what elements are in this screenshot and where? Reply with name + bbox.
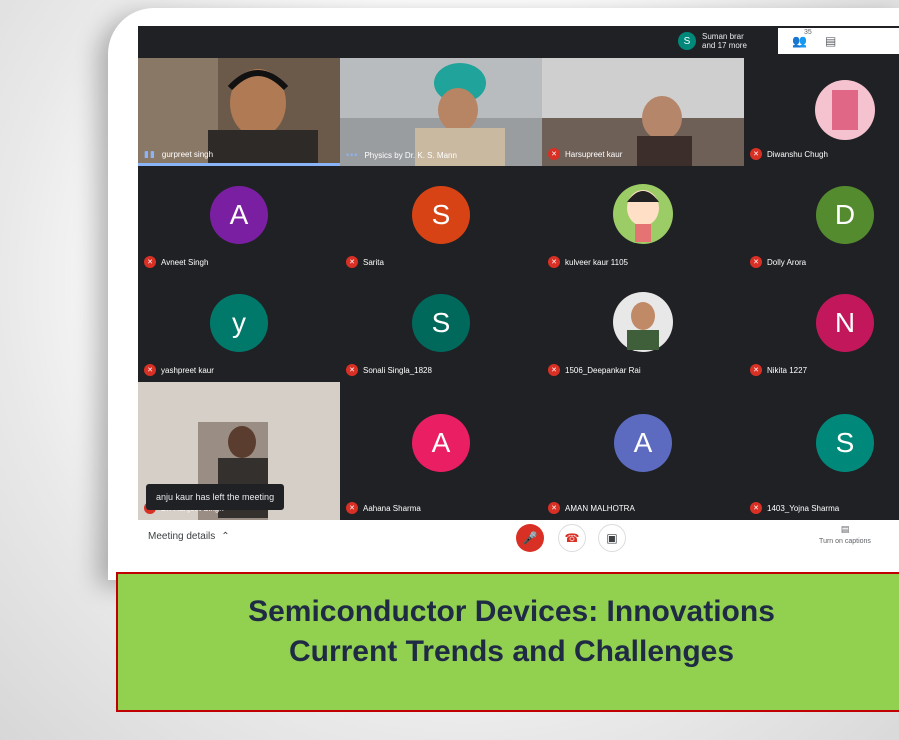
participant-name: Sarita (363, 257, 384, 267)
participant-label: ✕ Harsupreet kaur (548, 148, 622, 160)
participant-label: ✕ 1403_Yojna Sharma (750, 502, 839, 514)
mic-off-icon: ✕ (548, 148, 560, 160)
participant-name: Diwanshu Chugh (767, 149, 828, 159)
participant-tile[interactable]: ▮▮ gurpreet singh (138, 58, 340, 166)
captions-button[interactable]: ▤ Turn on captions (810, 524, 880, 545)
participant-name: Sonali Singla_1828 (363, 365, 432, 375)
participant-tile[interactable]: A ✕ Avneet Singh (138, 166, 340, 274)
avatar: S (816, 414, 874, 472)
mic-off-icon: ✕ (548, 364, 560, 376)
meeting-details-label: Meeting details (148, 531, 216, 542)
mic-off-icon: 🎤 (522, 531, 538, 545)
speaking-icon: ▮▮ (144, 149, 156, 159)
meeting-details-button[interactable]: Meeting details ⌃ (148, 531, 230, 542)
speaking-icon: ••• (346, 150, 359, 160)
participant-label: ✕ Nikita 1227 (750, 364, 807, 376)
participant-tile[interactable]: N ✕ Nikita 1227 (744, 274, 899, 382)
mic-off-icon: ✕ (346, 364, 358, 376)
mic-off-icon: ✕ (750, 148, 762, 160)
avatar: y (210, 294, 268, 352)
presenter-avatar: S (678, 32, 696, 50)
left-meeting-toast: anju kaur has left the meeting (146, 484, 285, 510)
avatar: S (412, 186, 470, 244)
participant-tile[interactable]: A ✕ Aahana Sharma (340, 382, 542, 520)
mic-off-icon: ✕ (750, 364, 762, 376)
leave-call-button[interactable]: ☎ (558, 524, 586, 552)
mic-off-icon: ✕ (144, 364, 156, 376)
slide-title-line2: Current Trends and Challenges (288, 635, 735, 668)
top-bar: S Suman brar and 17 more 👥 35 ▤ (138, 26, 899, 58)
participant-label: ✕ Avneet Singh (144, 256, 208, 268)
participant-name: 1403_Yojna Sharma (767, 503, 840, 513)
participant-name: Nikita 1227 (767, 365, 808, 375)
participant-tile[interactable]: S ✕ Sonali Singla_1828 (340, 274, 542, 382)
participant-label: ✕ Dolly Arora (750, 256, 806, 268)
avatar: D (816, 186, 874, 244)
avatar: N (816, 294, 874, 352)
chat-icon[interactable]: ▤ (825, 34, 836, 48)
participant-name: Aahana Sharma (363, 503, 421, 513)
participant-label: ✕ Sarita (346, 256, 384, 268)
avatar: A (210, 186, 268, 244)
presenter-sub: and 17 more (702, 41, 747, 50)
participant-name: Avneet Singh (161, 257, 209, 267)
mic-off-icon: ✕ (144, 256, 156, 268)
participant-label: ✕ Sonali Singla_1828 (346, 364, 432, 376)
participant-name: AMAN MALHOTRA (565, 503, 635, 513)
mic-off-icon: ✕ (346, 502, 358, 514)
chevron-up-icon: ⌃ (221, 531, 230, 542)
people-icon[interactable]: 👥 35 (792, 29, 812, 48)
participant-name: Dolly Arora (767, 257, 807, 267)
participant-label: ✕ Diwanshu Chugh (750, 148, 828, 160)
participant-tile[interactable]: ✕ Harsupreet kaur (542, 58, 744, 166)
participant-tile[interactable]: y ✕ yashpreet kaur (138, 274, 340, 382)
participant-name: kulveer kaur 1105 (565, 257, 628, 267)
mic-off-icon: ✕ (750, 502, 762, 514)
mic-off-icon: ✕ (750, 256, 762, 268)
mic-off-icon: ✕ (346, 256, 358, 268)
presenter-chip[interactable]: S Suman brar and 17 more (678, 30, 747, 52)
participant-label: ••• Physics by Dr. K. S. Mann (346, 150, 457, 160)
bottom-control-bar: Meeting details ⌃ 🎤 ☎ ▣ ▤ Turn on captio… (138, 520, 899, 556)
participant-tile[interactable]: S ✕ 1403_Yojna Sharma (744, 382, 899, 520)
avatar: S (412, 294, 470, 352)
mic-off-icon: ✕ (548, 256, 560, 268)
participant-tile[interactable]: ✕ kulveer kaur 1105 (542, 166, 744, 274)
participant-label: ✕ kulveer kaur 1105 (548, 256, 628, 268)
participant-tile[interactable]: ✕ 1506_Deepankar Rai (542, 274, 744, 382)
mic-toggle-button[interactable]: 🎤 (516, 524, 544, 552)
camera-icon: ▣ (606, 531, 618, 545)
participant-name: gurpreet singh (161, 150, 214, 159)
participant-label: ▮▮ gurpreet singh (144, 149, 213, 160)
participant-label: ✕ 1506_Deepankar Rai (548, 364, 641, 376)
captions-icon: ▤ (840, 524, 850, 534)
participant-tile[interactable]: ••• Physics by Dr. K. S. Mann (340, 58, 542, 166)
slide-title-banner: Semiconductor Devices: Innovations Curre… (116, 572, 899, 712)
slide-title-line1: Semiconductor Devices: Innovations (248, 595, 775, 628)
participant-tile[interactable]: S ✕ Sarita (340, 166, 542, 274)
participant-tile[interactable]: ✕ Diwanshu Chugh (744, 58, 899, 166)
participant-count: 35 (804, 29, 812, 36)
phone-hangup-icon: ☎ (564, 531, 580, 545)
presenter-name: Suman brar (702, 32, 744, 41)
participant-label: ✕ Aahana Sharma (346, 502, 421, 514)
participant-tile[interactable]: D ✕ Dolly Arora (744, 166, 899, 274)
participant-label: ✕ yashpreet kaur (144, 364, 214, 376)
participant-name: 1506_Deepankar Rai (565, 365, 641, 375)
avatar: A (614, 414, 672, 472)
top-actions: 👥 35 ▤ (778, 28, 899, 54)
participant-name: yashpreet kaur (161, 365, 214, 375)
meet-window: S Suman brar and 17 more 👥 35 ▤ ▮▮ gurpr… (138, 26, 899, 556)
participant-label: ✕ AMAN MALHOTRA (548, 502, 635, 514)
camera-toggle-button[interactable]: ▣ (598, 524, 626, 552)
avatar: A (412, 414, 470, 472)
screenshot-card: S Suman brar and 17 more 👥 35 ▤ ▮▮ gurpr… (108, 8, 899, 580)
participant-name: Physics by Dr. K. S. Mann (364, 150, 457, 160)
mic-off-icon: ✕ (548, 502, 560, 514)
captions-label: Turn on captions (819, 538, 871, 545)
participant-name: Harsupreet kaur (565, 149, 623, 159)
participant-tile[interactable]: A ✕ AMAN MALHOTRA (542, 382, 744, 520)
